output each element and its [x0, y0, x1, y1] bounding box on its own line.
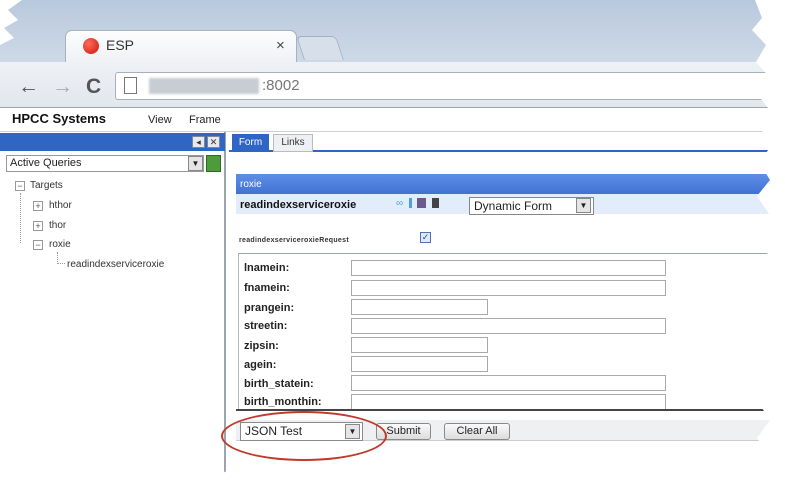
back-arrow-icon[interactable]: ←: [18, 75, 39, 99]
app-brand: HPCC Systems: [12, 111, 106, 126]
zipsin-input[interactable]: [351, 337, 488, 353]
tree-expander-hthor[interactable]: +: [33, 201, 43, 211]
url-host-redacted: [149, 78, 259, 94]
menu-view[interactable]: View: [148, 114, 172, 126]
request-checkbox[interactable]: ✓: [420, 232, 431, 243]
chevron-down-icon[interactable]: ▼: [188, 156, 203, 171]
tab-links[interactable]: Links: [273, 134, 313, 152]
field-label-streetin: streetin:: [244, 320, 288, 332]
schema-icon[interactable]: [432, 198, 439, 208]
fnamein-input[interactable]: [351, 280, 666, 296]
agein-input[interactable]: [351, 356, 488, 372]
collapse-panel-icon[interactable]: ◂: [192, 136, 205, 148]
browser-tab[interactable]: [65, 30, 297, 64]
reload-icon[interactable]: C: [86, 75, 101, 99]
field-label-prangein: prangein:: [244, 302, 295, 314]
chevron-down-icon[interactable]: ▼: [576, 198, 591, 213]
tree-item-readindexserviceroxie[interactable]: readindexserviceroxie: [67, 259, 164, 270]
refresh-icon[interactable]: [206, 155, 221, 172]
target-name: roxie: [240, 179, 262, 190]
close-panel-icon[interactable]: ✕: [207, 136, 220, 148]
field-label-lnamein: lnamein:: [244, 262, 290, 274]
tree-expander-thor[interactable]: +: [33, 221, 43, 231]
forward-arrow-icon[interactable]: →: [52, 75, 73, 99]
new-tab-button[interactable]: [296, 36, 344, 60]
service-name: readindexserviceroxie: [240, 199, 357, 211]
tree-item-thor[interactable]: thor: [49, 220, 66, 231]
query-type-select[interactable]: Active Queries: [6, 155, 204, 172]
field-label-zipsin: zipsin:: [244, 340, 279, 352]
info-icon[interactable]: [409, 198, 412, 208]
prangein-input[interactable]: [351, 299, 488, 315]
favicon-icon: [83, 38, 99, 54]
tree-item-targets[interactable]: Targets: [30, 180, 63, 191]
birth-statein-input[interactable]: [351, 375, 666, 391]
field-label-birth-monthin: birth_monthin:: [244, 396, 322, 408]
target-bar: [236, 174, 785, 194]
link-icon[interactable]: ∞: [396, 198, 405, 209]
tree-expander-roxie[interactable]: −: [33, 240, 43, 250]
field-label-birth-statein: birth_statein:: [244, 378, 314, 390]
tab-form[interactable]: Form: [232, 134, 269, 152]
app-menubar: [0, 108, 785, 132]
tree-item-hthor[interactable]: hthor: [49, 200, 72, 211]
streetin-input[interactable]: [351, 318, 666, 334]
tree-expander-targets[interactable]: −: [15, 181, 25, 191]
close-tab-icon[interactable]: ×: [276, 37, 285, 54]
tree-line: [57, 252, 65, 264]
url-port: :8002: [262, 77, 300, 94]
lnamein-input[interactable]: [351, 260, 666, 276]
field-label-agein: agein:: [244, 359, 277, 371]
menu-frame[interactable]: Frame: [189, 114, 221, 126]
page-icon: [124, 77, 137, 94]
tab-title: ESP: [106, 37, 135, 53]
wsdl-icon[interactable]: [417, 198, 426, 208]
birth-monthin-input[interactable]: [351, 394, 666, 410]
clear-all-button[interactable]: Clear All: [444, 423, 510, 440]
request-label: readindexserviceroxieRequest: [239, 237, 349, 244]
tree-item-roxie[interactable]: roxie: [49, 239, 71, 250]
field-label-fnamein: fnamein:: [244, 282, 290, 294]
tree-line: [20, 193, 21, 243]
annotation-circle: [221, 411, 387, 461]
